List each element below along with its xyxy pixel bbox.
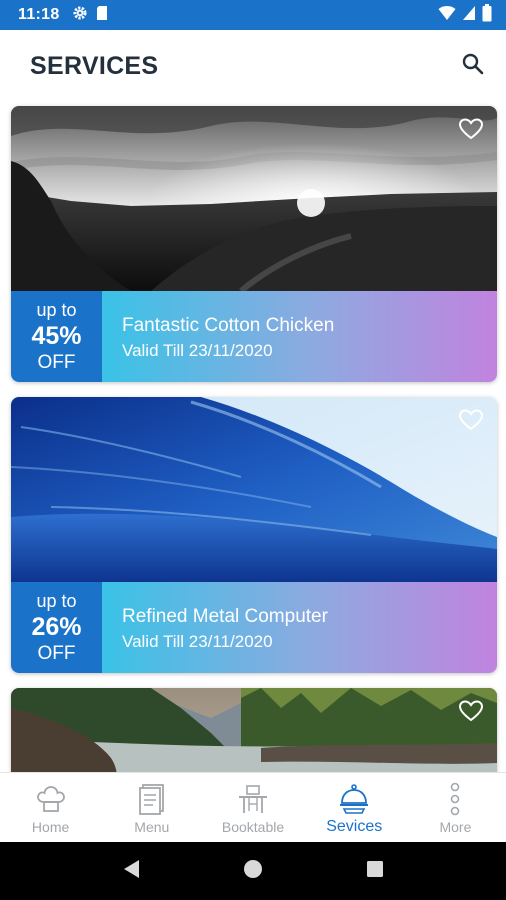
offer-image: [11, 106, 497, 291]
nav-label: Home: [31, 819, 70, 835]
offer-bar: up to 45% OFF Fantastic Cotton Chicken V…: [11, 291, 497, 382]
search-button[interactable]: [456, 49, 490, 83]
offer-bar: up to 26% OFF Refined Metal Computer Val…: [11, 582, 497, 673]
discount-prefix: up to: [36, 299, 77, 320]
offer-image: [11, 397, 497, 582]
nav-label: Menu: [134, 819, 170, 835]
home-button[interactable]: [233, 851, 273, 891]
offer-card[interactable]: [11, 688, 497, 772]
status-left-icons: [72, 5, 108, 26]
favorite-button[interactable]: [456, 116, 486, 146]
nav-item-booktable[interactable]: Booktable: [202, 773, 303, 842]
more-dots-icon: [438, 782, 472, 816]
back-button[interactable]: [111, 851, 151, 891]
favorite-button[interactable]: [456, 698, 486, 728]
sim-card-icon: [96, 5, 108, 26]
offer-valid-date: Valid Till 23/11/2020: [122, 341, 273, 360]
status-bar: 11:18: [0, 0, 506, 30]
offer-title: Fantastic Cotton Chicken: [122, 315, 335, 336]
heart-outline-icon: [458, 699, 484, 728]
signal-icon: [462, 5, 476, 26]
discount-badge: up to 26% OFF: [11, 582, 102, 673]
discount-prefix: up to: [36, 590, 77, 611]
discount-suffix: OFF: [37, 642, 76, 664]
offers-list[interactable]: up to 45% OFF Fantastic Cotton Chicken V…: [0, 102, 506, 772]
app-header: SERVICES: [0, 30, 506, 102]
gear-icon: [72, 5, 88, 26]
recents-button[interactable]: [355, 851, 395, 891]
menu-book-icon: [135, 782, 169, 816]
system-navigation-bar: [0, 842, 506, 900]
offer-valid-date: Valid Till 23/11/2020: [122, 632, 273, 651]
search-icon: [461, 52, 485, 81]
status-time: 11:18: [18, 6, 60, 23]
favorite-button[interactable]: [456, 407, 486, 437]
nav-item-home[interactable]: Home: [0, 773, 101, 842]
home-circle-icon: [242, 858, 264, 885]
offer-image: [11, 688, 497, 772]
discount-value: 26%: [31, 612, 82, 641]
discount-badge: up to 45% OFF: [11, 291, 102, 382]
heart-outline-icon: [458, 117, 484, 146]
nav-label: Booktable: [221, 819, 285, 835]
wifi-icon: [438, 5, 456, 26]
chef-hat-icon: [34, 782, 68, 816]
bottom-navigation: Home Menu Booktable Sevices More: [0, 772, 506, 842]
offer-info: Fantastic Cotton Chicken Valid Till 23/1…: [102, 291, 497, 382]
discount-value: 45%: [31, 321, 82, 350]
offer-info: Refined Metal Computer Valid Till 23/11/…: [102, 582, 497, 673]
table-icon: [236, 782, 270, 816]
discount-suffix: OFF: [37, 351, 76, 373]
page-title: SERVICES: [30, 51, 159, 80]
back-icon: [121, 858, 141, 885]
cloche-icon: [337, 782, 371, 816]
recents-square-icon: [365, 859, 385, 884]
offer-card[interactable]: up to 45% OFF Fantastic Cotton Chicken V…: [11, 106, 497, 382]
nav-label: More: [439, 819, 472, 835]
battery-icon: [482, 3, 492, 27]
status-right-icons: [438, 3, 492, 27]
offer-card[interactable]: up to 26% OFF Refined Metal Computer Val…: [11, 397, 497, 673]
nav-item-more[interactable]: More: [405, 773, 506, 842]
nav-item-services[interactable]: Sevices: [304, 773, 405, 842]
heart-outline-icon: [458, 408, 484, 437]
nav-item-menu[interactable]: Menu: [101, 773, 202, 842]
nav-label: Sevices: [326, 818, 383, 835]
offer-title: Refined Metal Computer: [122, 606, 328, 627]
